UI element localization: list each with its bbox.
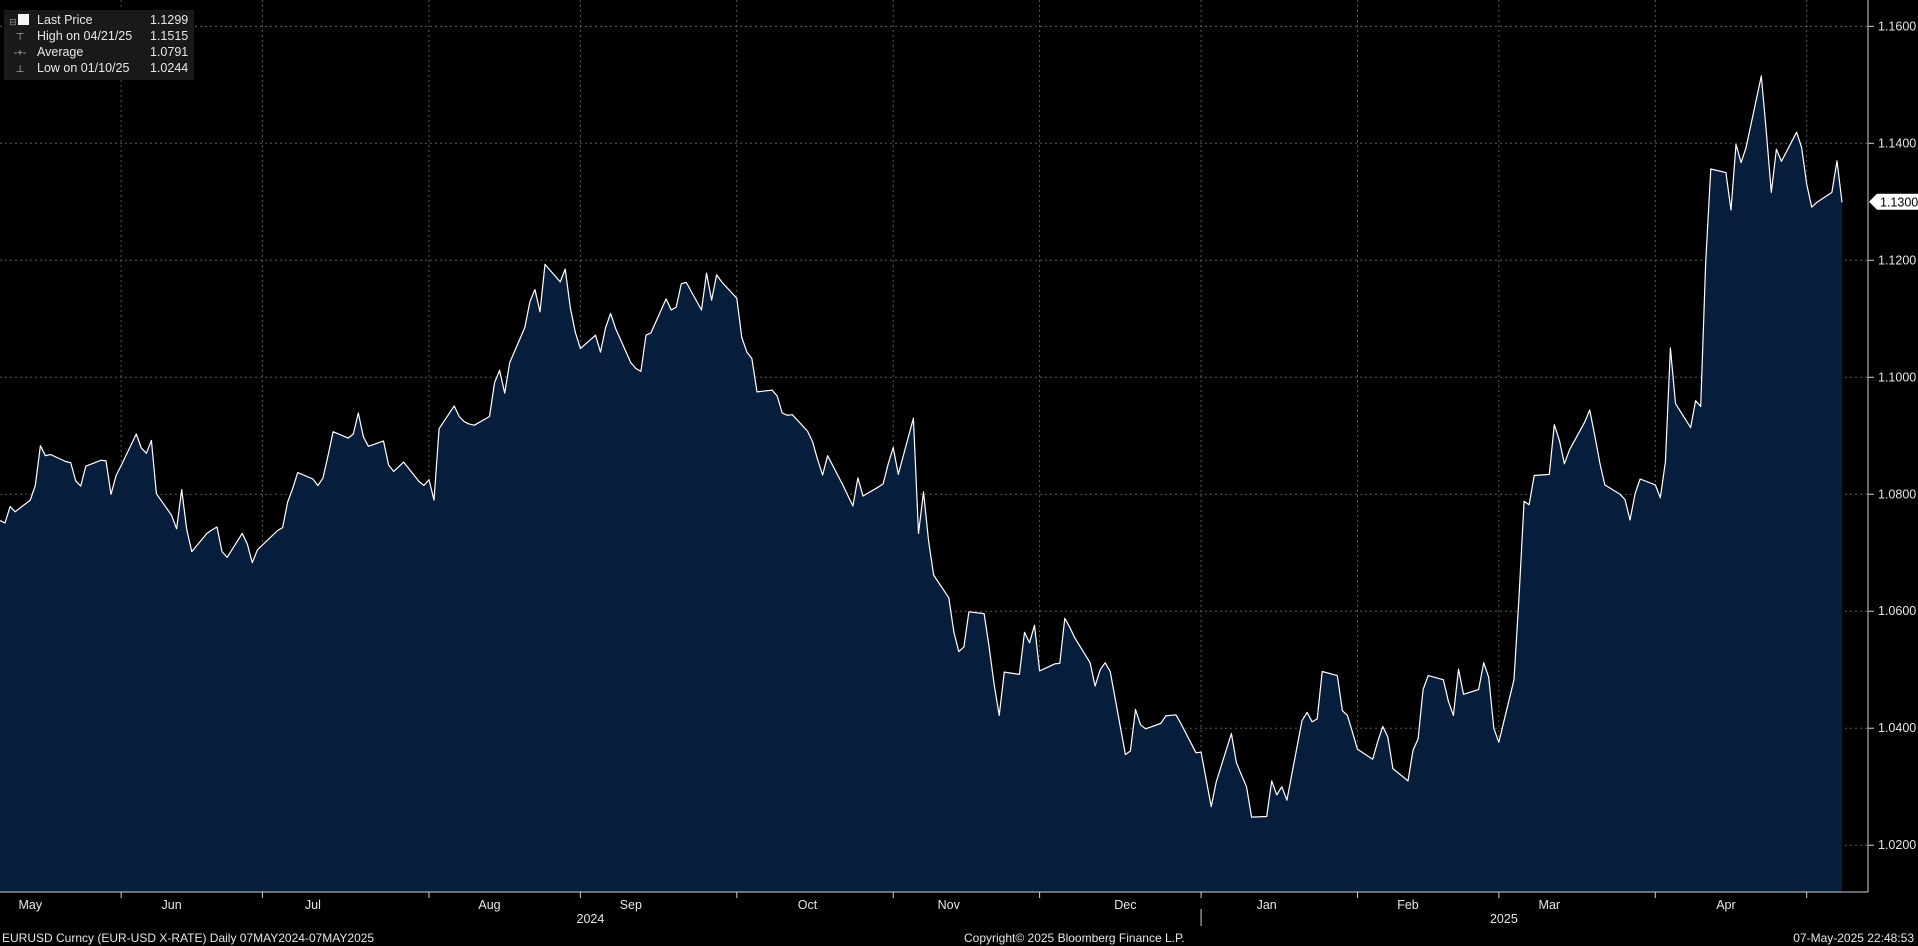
x-month-label: Feb	[1397, 898, 1419, 912]
legend-row-last-price: ⊟ Last Price 1.1299	[4, 12, 194, 28]
legend-value: 1.0244	[150, 61, 189, 75]
legend-label: High on 04/21/25	[37, 29, 133, 43]
last-price-swatch-icon	[18, 14, 29, 25]
x-month-label: Jun	[162, 898, 182, 912]
low-marker-icon: ⊥	[15, 64, 25, 75]
last-price-tag-label: 1.1300	[1880, 195, 1918, 209]
footer-timestamp: 07-May-2025 22:48:53	[1793, 931, 1914, 945]
x-month-label: May	[18, 898, 42, 912]
x-month-label: Jul	[305, 898, 321, 912]
legend-row-average: -+- Average 1.0791	[4, 44, 194, 60]
x-month-label: Oct	[798, 898, 818, 912]
legend-label: Last Price	[37, 13, 93, 27]
price-area-layer	[0, 75, 1843, 892]
price-area-fill	[0, 76, 1842, 892]
x-year-label: 2024	[577, 912, 605, 926]
legend-label: Low on 01/10/25	[37, 61, 130, 75]
eurusd-price-chart: 1.0200 1.0400 1.0600 1.0800 1.1000 1.1200 1.14…	[0, 0, 1918, 926]
x-month-label: Aug	[478, 898, 500, 912]
legend-label: Average	[37, 45, 84, 59]
y-tick-label: 1.1200	[1878, 253, 1916, 267]
y-tick-label: 1.1000	[1878, 370, 1916, 384]
legend-value: 1.0791	[150, 45, 189, 59]
y-tick-label: 1.1600	[1878, 19, 1916, 33]
high-marker-icon: ⊤	[15, 32, 25, 43]
x-year-label: 2025	[1490, 912, 1518, 926]
legend-row-low: ⊥ Low on 01/10/25 1.0244	[4, 60, 194, 76]
x-month-label: Jan	[1257, 898, 1277, 912]
x-month-label: Mar	[1539, 898, 1561, 912]
x-month-label: Dec	[1114, 898, 1136, 912]
x-month-label: Apr	[1716, 898, 1735, 912]
legend-value: 1.1299	[150, 13, 189, 27]
footer-copyright: Copyright© 2025 Bloomberg Finance L.P.	[964, 931, 1185, 945]
y-tick-label: 1.0600	[1878, 604, 1916, 618]
footer-security-info: EURUSD Curncy (EUR-USD X-RATE) Daily 07M…	[2, 931, 375, 945]
y-tick-label: 1.0800	[1878, 487, 1916, 501]
average-marker-icon: -+-	[13, 48, 27, 59]
legend-value: 1.1515	[150, 29, 189, 43]
x-month-label: Nov	[938, 898, 961, 912]
y-tick-label: 1.0400	[1878, 721, 1916, 735]
y-tick-label: 1.1400	[1878, 136, 1916, 150]
x-month-label: Sep	[620, 898, 642, 912]
y-tick-label: 1.0200	[1878, 838, 1916, 852]
collapse-toggle-icon[interactable]: ⊟	[9, 14, 17, 27]
legend-box: ⊟ Last Price 1.1299 ⊤ High on 04/21/25 1…	[4, 10, 194, 80]
legend-row-high: ⊤ High on 04/21/25 1.1515	[4, 28, 194, 44]
